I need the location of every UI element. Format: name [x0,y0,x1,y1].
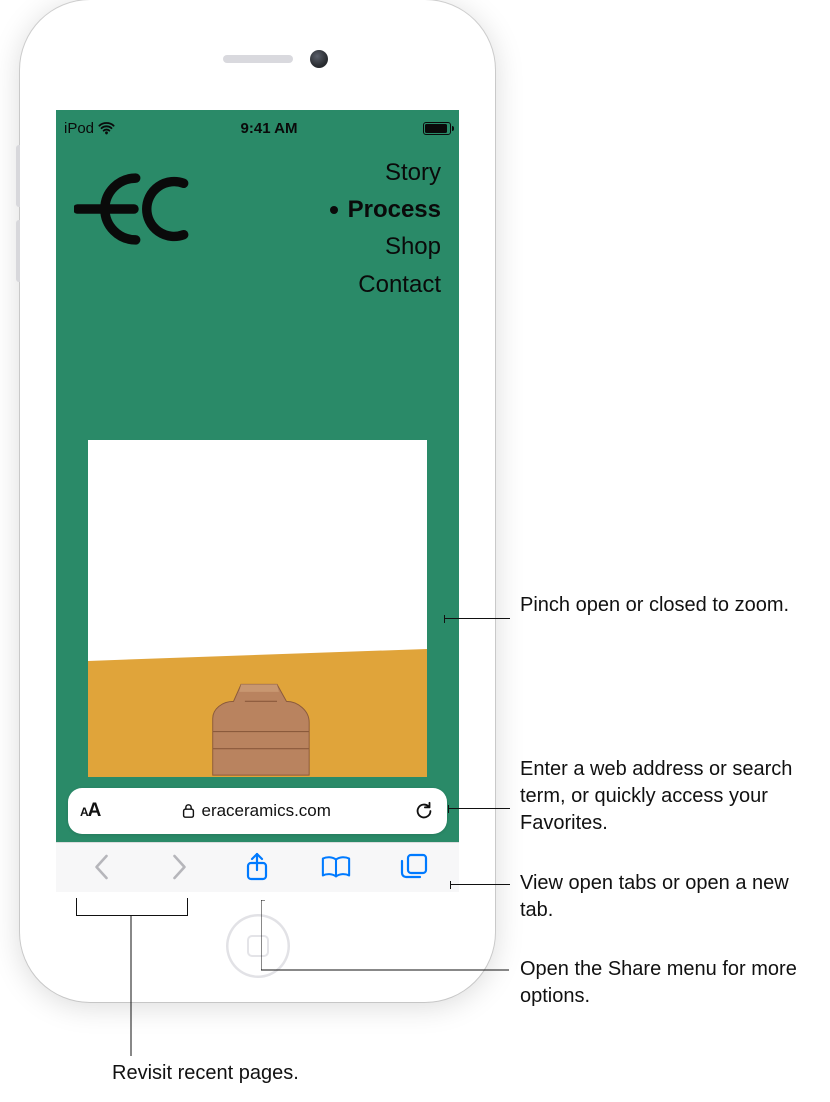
ceramic-pot-image [200,673,320,777]
nav-item-process[interactable]: Process [330,191,441,228]
callout-line [130,916,132,1056]
callout-text: Enter a web address or search term, or q… [520,758,792,834]
volume-up-button [16,145,20,207]
safari-toolbar [56,842,459,892]
nav-label: Contact [358,266,441,303]
tabs-button[interactable] [392,845,436,889]
clock-label: 9:41 AM [241,120,298,137]
site-logo-icon[interactable] [74,164,194,254]
reload-icon [413,800,435,822]
tabs-icon [400,853,428,881]
bookmarks-button[interactable] [314,845,358,889]
nav-label: Shop [385,228,441,265]
nav-label: Process [348,191,441,228]
chevron-left-icon [93,854,110,880]
wifi-icon [98,122,115,135]
ipod-touch-device: iPod 9:41 AM Stor [20,0,495,1002]
site-nav-menu: Story Process Shop Contact [330,154,441,303]
callout-line [448,808,510,809]
share-icon [245,852,269,882]
nav-item-shop[interactable]: Shop [330,228,441,265]
active-dot-icon [330,206,338,214]
nav-item-contact[interactable]: Contact [330,266,441,303]
status-left: iPod [64,120,115,137]
text-size-button[interactable]: AA [80,800,100,822]
callout-text: Revisit recent pages. [112,1062,299,1084]
status-right [423,122,451,135]
status-bar: iPod 9:41 AM [56,110,459,140]
address-bar[interactable]: AA eraceramics.com [68,788,447,834]
bracket-line [76,898,188,916]
earpiece-speaker [223,55,293,63]
callout-line [444,618,510,619]
book-icon [321,854,351,880]
volume-down-button [16,220,20,282]
callout-tabs: View open tabs or open a new tab. [520,870,820,924]
webpage-image[interactable] [88,440,427,777]
callout-text: Pinch open or closed to zoom. [520,594,789,616]
callout-text: Open the Share menu for more options. [520,958,797,1007]
webpage-header[interactable]: Story Process Shop Contact [56,140,459,303]
chevron-right-icon [171,854,188,880]
callout-address: Enter a web address or search term, or q… [520,756,820,837]
nav-item-story[interactable]: Story [330,154,441,191]
battery-icon [423,122,451,135]
front-camera [310,50,328,68]
share-button[interactable] [235,845,279,889]
device-name-label: iPod [64,120,94,137]
callout-line [261,900,511,976]
reload-button[interactable] [413,800,435,822]
screen: iPod 9:41 AM Stor [56,110,459,892]
back-button[interactable] [79,845,123,889]
callout-share: Open the Share menu for more options. [520,956,820,1010]
lock-icon [182,803,195,819]
address-field[interactable]: eraceramics.com [100,801,413,821]
callout-zoom: Pinch open or closed to zoom. [520,592,789,619]
callout-line [450,884,510,885]
nav-label: Story [385,154,441,191]
forward-button[interactable] [157,845,201,889]
callout-text: View open tabs or open a new tab. [520,872,789,921]
callout-history: Revisit recent pages. [112,1060,299,1087]
domain-label: eraceramics.com [201,801,330,821]
